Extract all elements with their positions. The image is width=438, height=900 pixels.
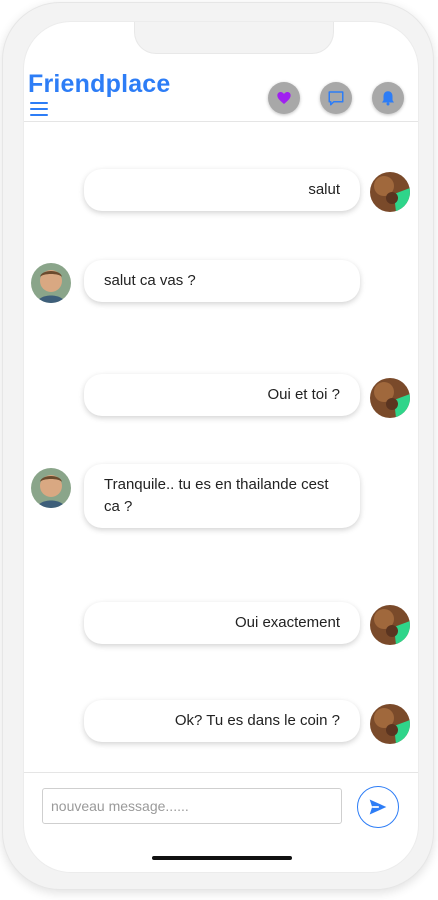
message-composer bbox=[24, 772, 418, 872]
avatar-friend[interactable] bbox=[31, 263, 71, 303]
send-icon bbox=[369, 799, 387, 815]
phone-screen: Friendplace salut salut ca vas ? Oui et … bbox=[23, 21, 419, 873]
message-bubble-sent: Oui exactement bbox=[84, 602, 360, 644]
phone-frame: Friendplace salut salut ca vas ? Oui et … bbox=[2, 2, 434, 890]
favorites-button[interactable] bbox=[268, 82, 300, 114]
message-bubble-received: Tranquile.. tu es en thailande cest ca ? bbox=[84, 464, 360, 528]
send-button[interactable] bbox=[357, 786, 399, 828]
avatar-me[interactable] bbox=[370, 172, 410, 212]
bell-icon bbox=[382, 91, 394, 106]
avatar-friend[interactable] bbox=[31, 468, 71, 508]
phone-notch bbox=[134, 22, 334, 54]
avatar-me[interactable] bbox=[370, 605, 410, 645]
message-input[interactable] bbox=[42, 788, 342, 824]
avatar-me[interactable] bbox=[370, 704, 410, 744]
notifications-button[interactable] bbox=[372, 82, 404, 114]
app-header: Friendplace bbox=[24, 66, 418, 122]
message-bubble-sent: Oui et toi ? bbox=[84, 374, 360, 416]
menu-icon[interactable] bbox=[30, 102, 48, 116]
messages-button[interactable] bbox=[320, 82, 352, 114]
brand-logo[interactable]: Friendplace bbox=[28, 70, 171, 99]
message-bubble-sent: Ok? Tu es dans le coin ? bbox=[84, 700, 360, 742]
home-indicator bbox=[152, 856, 292, 860]
heart-icon bbox=[277, 92, 291, 104]
avatar-me[interactable] bbox=[370, 378, 410, 418]
chat-icon bbox=[328, 91, 344, 106]
message-bubble-sent: salut bbox=[84, 169, 360, 211]
message-bubble-received: salut ca vas ? bbox=[84, 260, 360, 302]
